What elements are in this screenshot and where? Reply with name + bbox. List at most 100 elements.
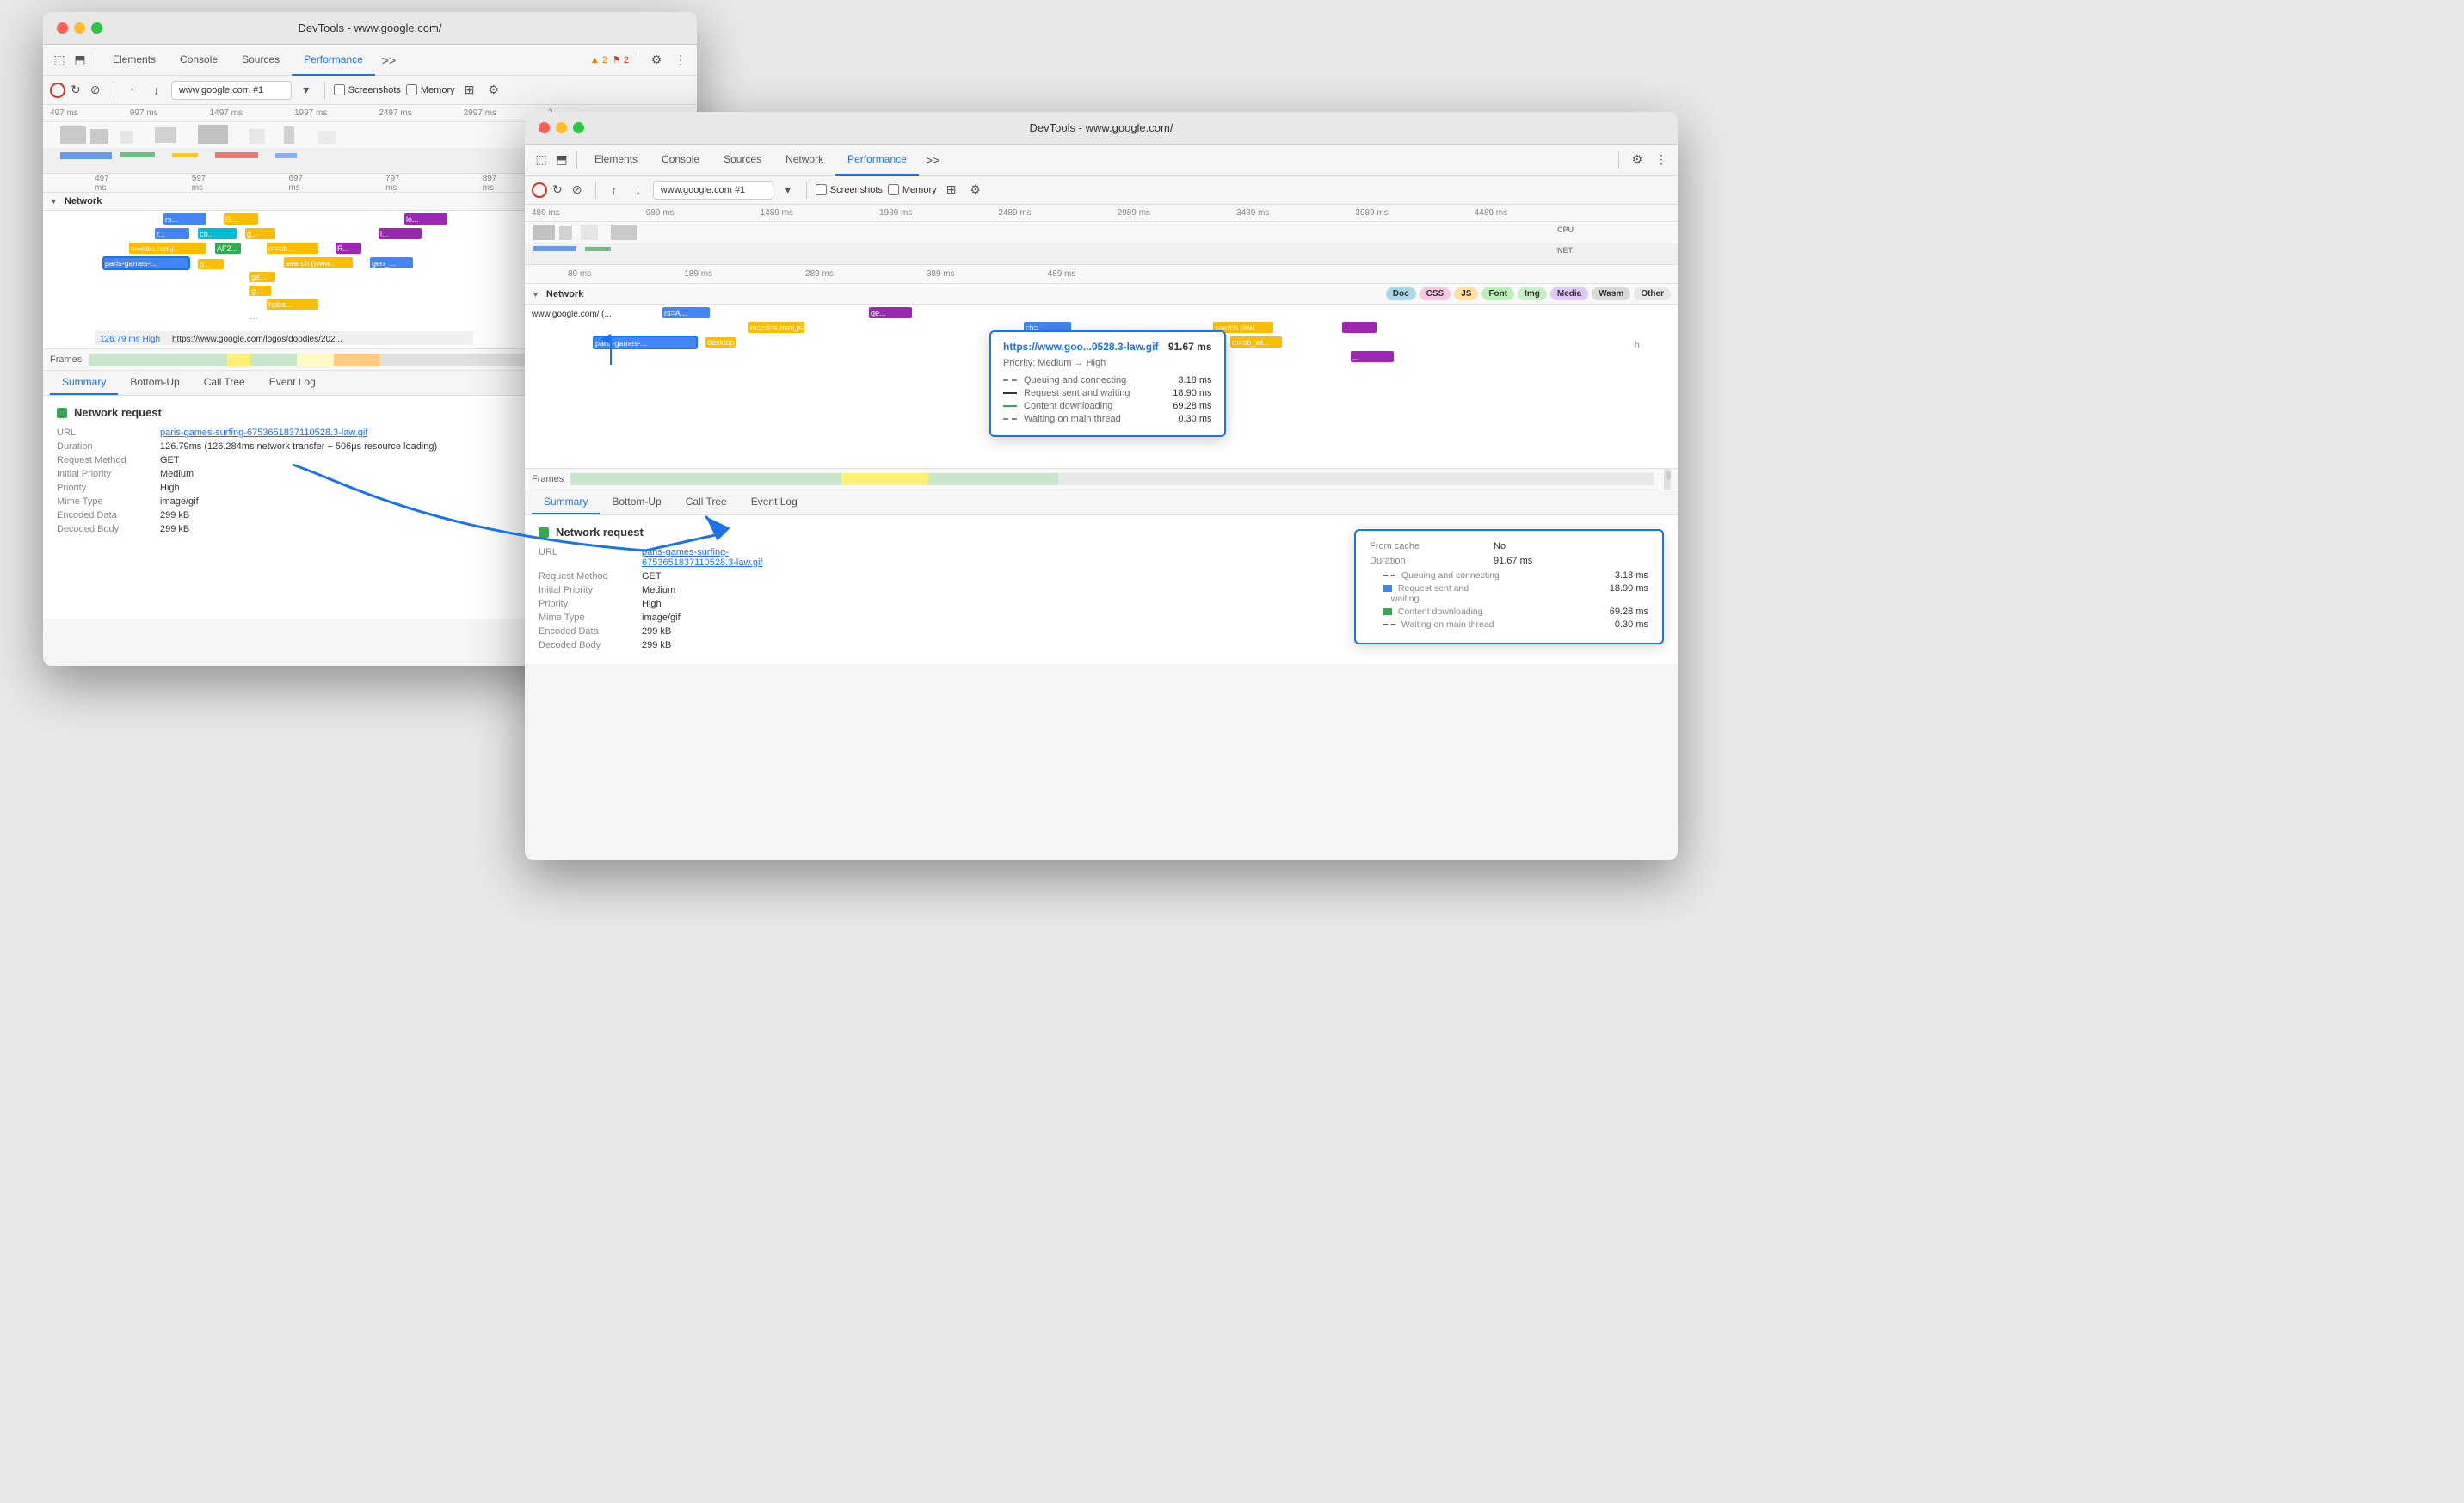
frame-seg-6 (356, 354, 379, 366)
more-icon-2[interactable]: ⋮ (1652, 151, 1671, 169)
chevron-icon-2[interactable]: ▾ (779, 181, 798, 200)
tab-performance-2[interactable]: Performance (835, 145, 919, 176)
timeline-chart-2: CPU NET (525, 222, 1678, 265)
more-icon-1[interactable]: ⋮ (671, 51, 690, 70)
info-request-row: Request sent and waiting 18.90 ms (1370, 583, 1648, 604)
err-badge-1: ⚑ 2 (613, 54, 629, 65)
timeline-ruler-2: 489 ms 989 ms 1489 ms 1989 ms 2489 ms 29… (525, 205, 1678, 222)
settings-icon-1[interactable]: ⚙ (647, 51, 666, 70)
download-icon-2[interactable]: ↓ (629, 181, 648, 200)
tooltip-queuing-label: Queuing and connecting (1003, 375, 1126, 385)
chip-media[interactable]: Media (1550, 287, 1588, 300)
settings2-icon-2[interactable]: ⚙ (966, 181, 985, 200)
stop-icon-2[interactable]: ⊘ (568, 181, 587, 200)
settings-icon-2[interactable]: ⚙ (1628, 151, 1647, 169)
settings2-icon-1[interactable]: ⚙ (484, 81, 503, 100)
detail-initpriority-row-2: Initial Priority Medium (539, 585, 1340, 595)
tab-performance-1[interactable]: Performance (292, 45, 375, 76)
chip-font[interactable]: Font (1481, 287, 1514, 300)
frame-seg-2 (227, 354, 250, 366)
reload-icon-2[interactable]: ↻ (552, 182, 563, 197)
tab-elements-2[interactable]: Elements (582, 145, 650, 176)
tab-calltree-1[interactable]: Call Tree (192, 371, 257, 395)
maximize-button-1[interactable] (91, 22, 102, 34)
tab-more-2[interactable]: >> (919, 153, 946, 167)
waterfall-area-2[interactable]: www.google.com/ (... rs=A... ge... m=cdo… (525, 305, 1678, 468)
tab-bottomup-2[interactable]: Bottom-Up (600, 490, 673, 514)
url-val-2[interactable]: paris-games-surfing-6753651837110528.3-l… (642, 547, 762, 568)
chip-css[interactable]: CSS (1420, 287, 1451, 300)
upload-icon-1[interactable]: ↑ (123, 81, 142, 100)
nav-tabs-1: Elements Console Sources Performance >> (101, 45, 403, 76)
memory-check-1[interactable]: Memory (406, 84, 455, 95)
maximize-button-2[interactable] (573, 122, 584, 133)
screenshots-check-2[interactable]: Screenshots (816, 184, 883, 195)
info-box-2: From cache No Duration 91.67 ms Queuing … (1354, 529, 1664, 644)
detail-method-row-2: Request Method GET (539, 571, 1340, 582)
svg-text:hpba...: hpba... (268, 300, 293, 309)
tab-elements-1[interactable]: Elements (101, 45, 168, 76)
window-controls-2[interactable] (539, 122, 584, 133)
decoded-val-1: 299 kB (160, 524, 189, 534)
close-button-1[interactable] (57, 22, 68, 34)
chip-img[interactable]: Img (1518, 287, 1547, 300)
svg-text:g...: g... (251, 286, 262, 295)
screenshots-check-1[interactable]: Screenshots (334, 84, 401, 95)
decoded-val-2: 299 kB (642, 640, 671, 650)
reload-icon-1[interactable]: ↻ (71, 83, 81, 97)
tab-sources-1[interactable]: Sources (230, 45, 292, 76)
close-button-2[interactable] (539, 122, 550, 133)
tab-summary-2[interactable]: Summary (532, 490, 600, 514)
encoded-val-1: 299 kB (160, 510, 189, 521)
url-bar-1[interactable] (171, 81, 292, 100)
tab-calltree-2[interactable]: Call Tree (674, 490, 739, 514)
tab-sources-2[interactable]: Sources (711, 145, 773, 176)
tab-console-2[interactable]: Console (650, 145, 711, 176)
url-bar-2[interactable] (653, 181, 773, 200)
memory-check-2[interactable]: Memory (888, 184, 937, 195)
svg-text:paris-games-...: paris-games-... (595, 339, 647, 348)
minimize-button-2[interactable] (556, 122, 567, 133)
layers-icon-2[interactable]: ⬒ (552, 151, 571, 169)
scrollbar-v-2[interactable] (1664, 468, 1671, 490)
tab-summary-1[interactable]: Summary (50, 371, 118, 395)
network-icon-1[interactable]: ⊞ (460, 81, 479, 100)
triangle-icon-1: ▼ (50, 197, 58, 206)
tab-eventlog-2[interactable]: Event Log (739, 490, 810, 514)
encoded-key-2: Encoded Data (539, 626, 642, 637)
duration-key-1: Duration (57, 441, 160, 452)
record-button-1[interactable] (50, 83, 65, 98)
tab-console-1[interactable]: Console (168, 45, 230, 76)
record-button-2[interactable] (532, 182, 547, 198)
tab-bottomup-1[interactable]: Bottom-Up (118, 371, 191, 395)
chip-other[interactable]: Other (1634, 287, 1671, 300)
sep-6 (1618, 151, 1619, 169)
upload-icon-2[interactable]: ↑ (605, 181, 624, 200)
frame-seg-11 (1058, 473, 1654, 485)
chevron-icon-1[interactable]: ▾ (297, 81, 316, 100)
network-icon-2[interactable]: ⊞ (942, 181, 961, 200)
chip-doc[interactable]: Doc (1386, 287, 1416, 300)
decoded-key-1: Decoded Body (57, 524, 160, 534)
url-val-1[interactable]: paris-games-surfing-6753651837110528.3-l… (160, 428, 367, 438)
stop-icon-1[interactable]: ⊘ (86, 81, 105, 100)
info-waiting-row: Waiting on main thread 0.30 ms (1370, 619, 1648, 630)
layers-icon[interactable]: ⬒ (71, 51, 89, 70)
chip-wasm[interactable]: Wasm (1592, 287, 1630, 300)
minimize-button-1[interactable] (74, 22, 85, 34)
svg-text:···: ··· (249, 314, 258, 323)
initpriority-val-1: Medium (160, 469, 194, 479)
tab-network-2[interactable]: Network (773, 145, 835, 176)
perf-toolbar-2: ↻ ⊘ ↑ ↓ ▾ Screenshots Memory ⊞ ⚙ (525, 176, 1678, 205)
cursor-icon-2[interactable]: ⬚ (532, 151, 551, 169)
tab-eventlog-1[interactable]: Event Log (257, 371, 328, 395)
download-icon-1[interactable]: ↓ (147, 81, 166, 100)
url-key-2: URL (539, 547, 642, 568)
frame-seg-9 (841, 473, 928, 485)
svg-text:g...: g... (247, 230, 258, 238)
cursor-icon[interactable]: ⬚ (50, 51, 69, 70)
tab-more-1[interactable]: >> (375, 53, 403, 67)
window-controls-1[interactable] (57, 22, 102, 34)
info-request-val: 18.90 ms (1610, 583, 1648, 604)
chip-js[interactable]: JS (1454, 287, 1478, 300)
